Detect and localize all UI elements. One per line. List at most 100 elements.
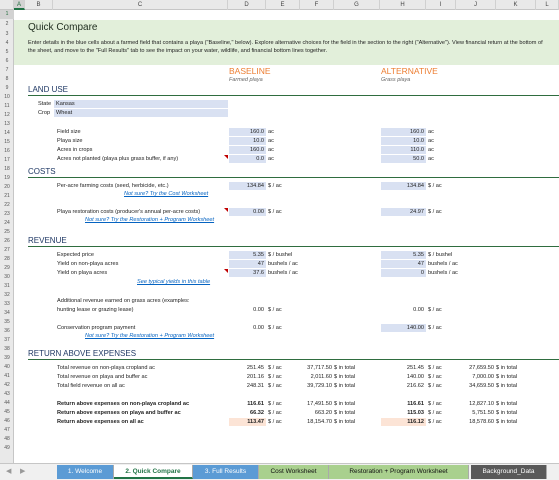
tab-restoration-program[interactable]: Restoration + Program Worksheet (329, 465, 469, 479)
baseline-yield-nonplaya-input[interactable]: 47 (229, 260, 266, 268)
tab-scroll-right-icon[interactable]: ▶ (20, 467, 25, 475)
row-header[interactable]: 19 (0, 174, 14, 183)
row-header[interactable]: 11 (0, 102, 14, 111)
baseline-conservation-payment[interactable]: 0.00 (229, 324, 266, 332)
column-header-i[interactable]: I (426, 0, 456, 10)
column-header-j[interactable]: J (456, 0, 496, 10)
row-header[interactable]: 49 (0, 444, 14, 453)
column-header-a[interactable]: A (14, 0, 25, 10)
row-header[interactable]: 40 (0, 363, 14, 372)
column-header-e[interactable]: E (266, 0, 300, 10)
row-header[interactable]: 2 (0, 20, 14, 29)
row-header[interactable]: 33 (0, 300, 14, 309)
row-header[interactable]: 41 (0, 372, 14, 381)
row-header[interactable]: 12 (0, 111, 14, 120)
alt-additional-revenue[interactable]: 0.00 (381, 306, 426, 314)
alt-yield-nonplaya-input[interactable]: 47 (381, 260, 426, 268)
yield-unit: bushels / ac (428, 270, 458, 276)
baseline-land-use-input[interactable]: 10.0 (229, 137, 266, 145)
row-header[interactable]: 6 (0, 57, 14, 66)
row-header[interactable]: 31 (0, 282, 14, 291)
column-header-l[interactable]: L (536, 0, 559, 10)
tab-welcome[interactable]: 1. Welcome (57, 465, 114, 479)
tab-quick-compare[interactable]: 2. Quick Compare (114, 465, 193, 479)
row-header[interactable]: 36 (0, 327, 14, 336)
alt-yield-playa-input[interactable]: 0 (381, 269, 426, 277)
column-header-c[interactable]: C (53, 0, 228, 10)
row-header[interactable]: 26 (0, 237, 14, 246)
row-header[interactable]: 48 (0, 435, 14, 444)
row-header[interactable]: 46 (0, 417, 14, 426)
row-header[interactable]: 20 (0, 183, 14, 192)
restoration-worksheet-link[interactable]: Not sure? Try the Restoration + Program … (85, 217, 214, 223)
alt-land-use-input[interactable]: 10.0 (381, 137, 426, 145)
row-header[interactable]: 3 (0, 30, 14, 39)
baseline-land-use-input[interactable]: 0.0 (229, 155, 266, 163)
crop-input[interactable]: Wheat (54, 109, 228, 117)
row-header[interactable]: 35 (0, 318, 14, 327)
row-header[interactable]: 4 (0, 39, 14, 48)
row-header[interactable]: 32 (0, 291, 14, 300)
select-all-corner[interactable] (0, 0, 14, 10)
row-header[interactable]: 18 (0, 165, 14, 174)
alt-farming-cost-input[interactable]: 134.84 (381, 182, 426, 190)
row-header[interactable]: 39 (0, 354, 14, 363)
row-header[interactable]: 23 (0, 210, 14, 219)
tab-full-results[interactable]: 3. Full Results (193, 465, 259, 479)
row-header[interactable]: 44 (0, 399, 14, 408)
row-header[interactable]: 38 (0, 345, 14, 354)
column-header-k[interactable]: K (496, 0, 536, 10)
tab-scroll-left-icon[interactable]: ◀ (6, 467, 11, 475)
alt-land-use-input[interactable]: 110.0 (381, 146, 426, 154)
row-header[interactable]: 25 (0, 228, 14, 237)
tab-cost-worksheet[interactable]: Cost Worksheet (259, 465, 329, 479)
row-header[interactable]: 1 (0, 10, 14, 19)
column-header-d[interactable]: D (228, 0, 266, 10)
row-header[interactable]: 7 (0, 66, 14, 75)
alt-price-input[interactable]: 5.35 (381, 251, 426, 259)
row-header[interactable]: 17 (0, 156, 14, 165)
ac-unit: $ / ac (428, 325, 442, 331)
row-header[interactable]: 14 (0, 129, 14, 138)
row-header[interactable]: 21 (0, 192, 14, 201)
row-header[interactable]: 8 (0, 75, 14, 84)
row-header[interactable]: 5 (0, 48, 14, 57)
column-header-b[interactable]: B (25, 0, 53, 10)
row-header[interactable]: 22 (0, 201, 14, 210)
row-header[interactable]: 13 (0, 120, 14, 129)
row-header[interactable]: 30 (0, 273, 14, 282)
column-header-g[interactable]: G (334, 0, 380, 10)
row-header[interactable]: 9 (0, 84, 14, 93)
row-header[interactable]: 28 (0, 255, 14, 264)
baseline-farming-cost-input[interactable]: 134.84 (229, 182, 266, 190)
row-header[interactable]: 42 (0, 381, 14, 390)
column-header-f[interactable]: F (300, 0, 334, 10)
baseline-additional-revenue[interactable]: 0.00 (229, 306, 266, 314)
cost-worksheet-link[interactable]: Not sure? Try the Cost Worksheet (124, 191, 208, 197)
baseline-yield-playa-input[interactable]: 37.6 (229, 269, 266, 277)
alt-land-use-input[interactable]: 50.0 (381, 155, 426, 163)
row-header[interactable]: 29 (0, 264, 14, 273)
alt-land-use-input[interactable]: 160.0 (381, 128, 426, 136)
tab-background-data[interactable]: Background_Data (471, 465, 547, 479)
row-header[interactable]: 15 (0, 138, 14, 147)
row-header[interactable]: 45 (0, 408, 14, 417)
row-header[interactable]: 16 (0, 147, 14, 156)
row-header[interactable]: 24 (0, 219, 14, 228)
restoration-worksheet-link-2[interactable]: Not sure? Try the Restoration + Program … (85, 333, 214, 339)
column-header-h[interactable]: H (380, 0, 426, 10)
baseline-land-use-input[interactable]: 160.0 (229, 146, 266, 154)
row-header[interactable]: 47 (0, 426, 14, 435)
row-header[interactable]: 43 (0, 390, 14, 399)
baseline-land-use-input[interactable]: 160.0 (229, 128, 266, 136)
alt-conservation-payment-input[interactable]: 140.00 (381, 324, 426, 332)
baseline-restoration-input[interactable]: 0.00 (229, 208, 266, 216)
row-header[interactable]: 10 (0, 93, 14, 102)
baseline-price-input[interactable]: 5.35 (229, 251, 266, 259)
typical-yields-link[interactable]: See typical yields in this table (137, 279, 210, 285)
alt-restoration-input[interactable]: 24.97 (381, 208, 426, 216)
row-header[interactable]: 34 (0, 309, 14, 318)
row-header[interactable]: 27 (0, 246, 14, 255)
row-header[interactable]: 37 (0, 336, 14, 345)
state-input[interactable]: Kansas (54, 100, 228, 108)
